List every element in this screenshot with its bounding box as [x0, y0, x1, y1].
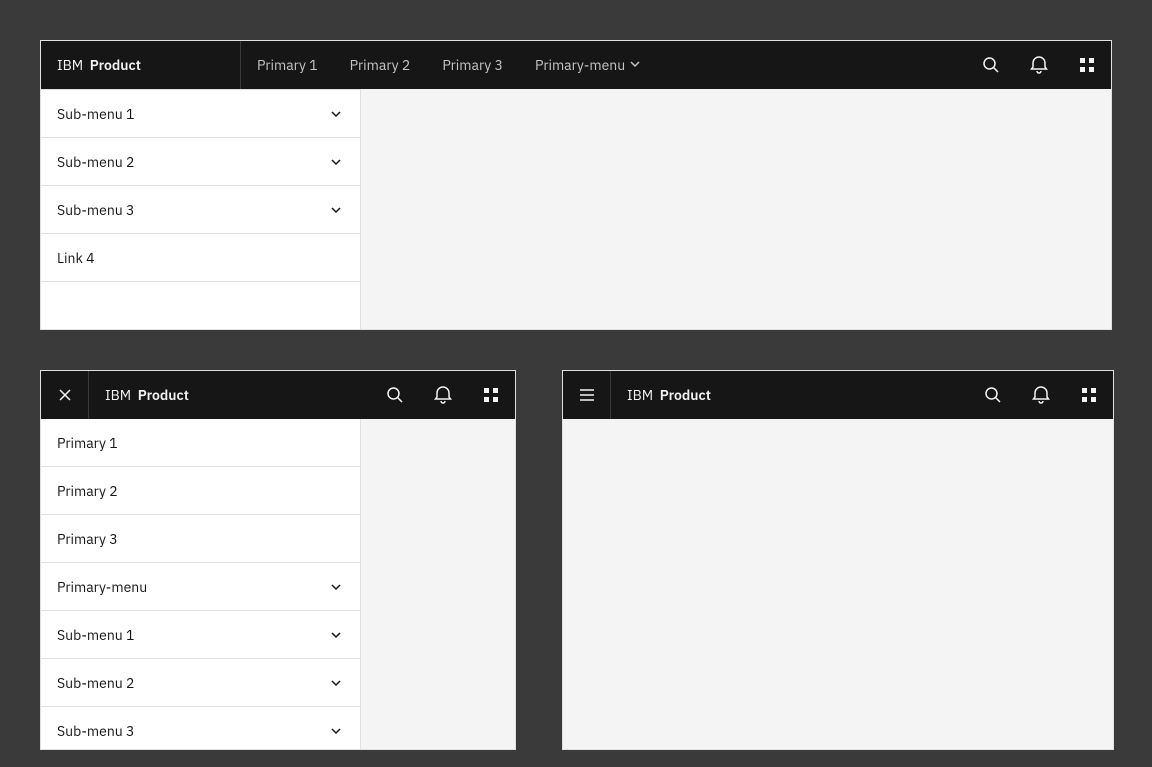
top-side-panel: Sub-menu 1 Sub-menu 2 Sub-menu 3 Link 4 [41, 89, 361, 329]
bottom-left-nav-item-4[interactable]: Primary-menu [41, 563, 360, 611]
top-section: IBM Product Primary 1 Primary 2 Primary … [40, 40, 1112, 330]
search-icon [981, 55, 1001, 75]
top-navbar-actions [967, 41, 1111, 89]
bottom-left-actions [371, 371, 515, 419]
close-button[interactable] [41, 371, 89, 419]
top-side-menu-label-1: Sub-menu 1 [57, 105, 134, 123]
primary-menu-chevron-icon [629, 58, 641, 73]
bottom-right-brand: IBM Product [611, 385, 969, 405]
bottom-right-content-area [563, 419, 1113, 749]
bottom-left-notification-button[interactable] [419, 371, 467, 419]
top-apps-button[interactable] [1063, 41, 1111, 89]
bottom-right-actions [969, 371, 1113, 419]
grid-icon [1077, 55, 1097, 75]
bottom-left-nav-item-3[interactable]: Primary 3 [41, 515, 360, 563]
bottom-left-content-area [361, 419, 515, 749]
bell-icon [1029, 55, 1049, 75]
search-icon [983, 385, 1003, 405]
top-side-menu-label-2: Sub-menu 2 [57, 153, 134, 171]
nav-link-primary3[interactable]: Primary 3 [426, 41, 519, 89]
top-side-menu-item-4[interactable]: Link 4 [41, 234, 360, 282]
bottom-left-side-menu-item-2[interactable]: Sub-menu 2 [41, 659, 360, 707]
bottom-left-product: Product [138, 386, 189, 404]
bell-icon [1031, 385, 1051, 405]
chevron-icon [328, 579, 344, 595]
top-side-menu-label-3: Sub-menu 3 [57, 201, 134, 219]
nav-link-primary2[interactable]: Primary 2 [334, 41, 427, 89]
hamburger-button[interactable] [563, 371, 611, 419]
chevron-icon [328, 675, 344, 691]
bottom-left-navbar: IBM Product [41, 371, 515, 419]
bottom-left-side-label-2: Sub-menu 2 [57, 674, 134, 692]
chevron-icon-2 [328, 154, 344, 170]
search-icon [385, 385, 405, 405]
bottom-left-side-menu-item-1[interactable]: Sub-menu 1 [41, 611, 360, 659]
brand-product: Product [90, 56, 141, 74]
grid-icon [481, 385, 501, 405]
top-side-menu-label-4: Link 4 [57, 249, 95, 267]
bottom-left-side-menu-item-3[interactable]: Sub-menu 3 [41, 707, 360, 750]
bottom-left-nav-label-3: Primary 3 [57, 530, 118, 548]
top-side-menu-item-2[interactable]: Sub-menu 2 [41, 138, 360, 186]
top-navbar: IBM Product Primary 1 Primary 2 Primary … [41, 41, 1111, 89]
bottom-left-apps-button[interactable] [467, 371, 515, 419]
bottom-left-side-panel: Primary 1 Primary 2 Primary 3 Primary-me… [41, 419, 361, 749]
chevron-icon [328, 627, 344, 643]
bottom-right-search-button[interactable] [969, 371, 1017, 419]
bottom-right-panel: IBM Product [562, 370, 1114, 750]
bottom-right-ibm: IBM [627, 386, 653, 404]
bottom-right-brand-text: IBM Product [627, 386, 711, 404]
top-notification-button[interactable] [1015, 41, 1063, 89]
bottom-right-apps-button[interactable] [1065, 371, 1113, 419]
top-side-menu-item-3[interactable]: Sub-menu 3 [41, 186, 360, 234]
chevron-icon-3 [328, 202, 344, 218]
bottom-left-nav-label-4: Primary-menu [57, 578, 147, 596]
top-nav-links: Primary 1 Primary 2 Primary 3 Primary-me… [241, 41, 967, 89]
bottom-left-nav-label-1: Primary 1 [57, 434, 118, 452]
bottom-left-search-button[interactable] [371, 371, 419, 419]
nav-link-primary1[interactable]: Primary 1 [241, 41, 334, 89]
grid-icon [1079, 385, 1099, 405]
hamburger-icon [577, 385, 597, 405]
bell-icon [433, 385, 453, 405]
bottom-left-nav-item-2[interactable]: Primary 2 [41, 467, 360, 515]
chevron-icon [328, 723, 344, 739]
nav-link-primary-menu-label: Primary-menu [535, 56, 625, 74]
chevron-icon-1 [328, 106, 344, 122]
top-side-menu-item-1[interactable]: Sub-menu 1 [41, 90, 360, 138]
bottom-left-panel: IBM Product [40, 370, 516, 750]
bottom-left-side-label-1: Sub-menu 1 [57, 626, 134, 644]
brand-ibm: IBM [57, 56, 83, 74]
top-navbar-brand: IBM Product [41, 41, 241, 89]
close-icon [57, 387, 73, 403]
brand-text: IBM Product [57, 56, 141, 74]
top-content-area [361, 89, 1111, 329]
bottom-left-nav-label-2: Primary 2 [57, 482, 118, 500]
bottom-left-side-label-3: Sub-menu 3 [57, 722, 134, 740]
top-search-button[interactable] [967, 41, 1015, 89]
nav-link-primary-menu[interactable]: Primary-menu [519, 41, 657, 89]
bottom-left-brand-text: IBM Product [105, 386, 189, 404]
bottom-left-ibm: IBM [105, 386, 131, 404]
bottom-left-nav-item-1[interactable]: Primary 1 [41, 419, 360, 467]
bottom-left-brand: IBM Product [89, 385, 371, 405]
bottom-right-navbar: IBM Product [563, 371, 1113, 419]
bottom-right-product: Product [660, 386, 711, 404]
bottom-right-notification-button[interactable] [1017, 371, 1065, 419]
